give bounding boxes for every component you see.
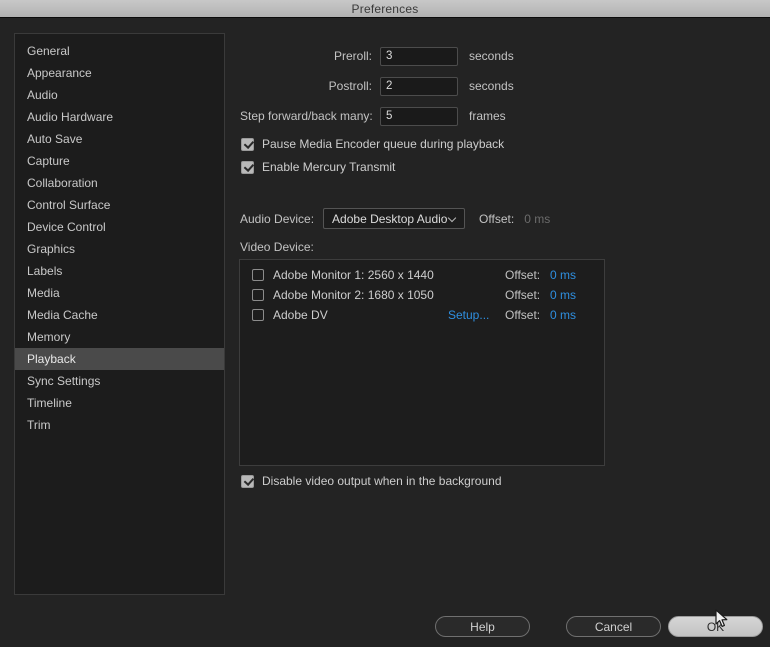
cancel-button[interactable]: Cancel xyxy=(566,616,661,637)
video-device-label: Video Device: xyxy=(240,240,314,254)
disable-video-output-label: Disable video output when in the backgro… xyxy=(262,474,502,488)
preroll-label: Preroll: xyxy=(333,49,372,63)
step-forward-back-row: Step forward/back many: frames xyxy=(240,106,506,126)
step-forward-back-unit: frames xyxy=(469,109,506,123)
video-device-3-offset-value[interactable]: 0 ms xyxy=(550,308,576,322)
postroll-input[interactable] xyxy=(380,76,458,96)
sidebar-item-control-surface[interactable]: Control Surface xyxy=(15,194,224,216)
audio-device-select[interactable]: Adobe Desktop Audio xyxy=(323,208,466,229)
audio-device-selected-value: Adobe Desktop Audio xyxy=(332,211,448,226)
sidebar-item-trim[interactable]: Trim xyxy=(15,414,224,436)
preferences-category-list[interactable]: General Appearance Audio Audio Hardware … xyxy=(14,33,225,595)
sidebar-item-media[interactable]: Media xyxy=(15,282,224,304)
sidebar-item-timeline[interactable]: Timeline xyxy=(15,392,224,414)
sidebar-item-audio-hardware[interactable]: Audio Hardware xyxy=(15,106,224,128)
video-device-1-name: Adobe Monitor 1: 2560 x 1440 xyxy=(273,268,434,282)
sidebar-item-graphics[interactable]: Graphics xyxy=(15,238,224,260)
pause-media-encoder-checkbox[interactable] xyxy=(241,137,254,151)
sidebar-item-audio[interactable]: Audio xyxy=(15,84,224,106)
enable-mercury-transmit-row[interactable]: Enable Mercury Transmit xyxy=(241,160,395,174)
table-row[interactable]: Adobe Monitor 2: 1680 x 1050 Offset: 0 m… xyxy=(240,285,604,305)
video-device-2-offset-label: Offset: xyxy=(505,288,541,302)
preroll-row: Preroll: seconds xyxy=(240,46,514,66)
sidebar-item-capture[interactable]: Capture xyxy=(15,150,224,172)
help-button[interactable]: Help xyxy=(435,616,530,637)
preroll-input[interactable] xyxy=(380,46,458,66)
video-device-3-offset-label: Offset: xyxy=(505,308,541,322)
video-device-3-name: Adobe DV xyxy=(273,308,328,322)
postroll-unit: seconds xyxy=(469,79,514,93)
audio-device-offset-value: 0 ms xyxy=(524,211,551,226)
enable-mercury-transmit-label: Enable Mercury Transmit xyxy=(262,160,396,174)
ok-button[interactable]: OK xyxy=(668,616,763,637)
audio-device-offset-label: Offset: xyxy=(479,211,515,226)
video-device-2-offset-value[interactable]: 0 ms xyxy=(550,288,576,302)
playback-settings-pane: Preroll: seconds Postroll: seconds Step … xyxy=(232,18,757,598)
table-row[interactable]: Adobe Monitor 1: 2560 x 1440 Offset: 0 m… xyxy=(240,265,604,285)
video-device-1-offset-value[interactable]: 0 ms xyxy=(550,268,576,282)
video-device-1-checkbox[interactable] xyxy=(252,269,264,281)
video-device-3-setup-link[interactable]: Setup... xyxy=(448,308,489,322)
sidebar-item-general[interactable]: General xyxy=(15,40,224,62)
sidebar-item-memory[interactable]: Memory xyxy=(15,326,224,348)
sidebar-item-sync-settings[interactable]: Sync Settings xyxy=(15,370,224,392)
disable-video-output-row[interactable]: Disable video output when in the backgro… xyxy=(241,474,502,488)
sidebar-item-appearance[interactable]: Appearance xyxy=(15,62,224,84)
sidebar-item-labels[interactable]: Labels xyxy=(15,260,224,282)
sidebar-item-media-cache[interactable]: Media Cache xyxy=(15,304,224,326)
sidebar-item-device-control[interactable]: Device Control xyxy=(15,216,224,238)
audio-device-row: Audio Device: Adobe Desktop Audio Offset… xyxy=(240,208,550,229)
video-device-2-checkbox[interactable] xyxy=(252,289,264,301)
window-title-bar: Preferences xyxy=(0,0,770,18)
pause-media-encoder-row[interactable]: Pause Media Encoder queue during playbac… xyxy=(241,137,504,151)
preroll-unit: seconds xyxy=(469,49,514,63)
chevron-down-icon xyxy=(449,215,456,222)
dialog-footer: Help Cancel OK xyxy=(0,596,770,647)
window-title: Preferences xyxy=(351,1,419,16)
video-device-list[interactable]: Adobe Monitor 1: 2560 x 1440 Offset: 0 m… xyxy=(239,259,605,466)
sidebar-item-auto-save[interactable]: Auto Save xyxy=(15,128,224,150)
preferences-dialog-body: General Appearance Audio Audio Hardware … xyxy=(0,18,770,637)
video-device-3-checkbox[interactable] xyxy=(252,309,264,321)
video-device-2-name: Adobe Monitor 2: 1680 x 1050 xyxy=(273,288,434,302)
postroll-label: Postroll: xyxy=(328,79,372,93)
disable-video-output-checkbox[interactable] xyxy=(241,474,254,488)
table-row[interactable]: Adobe DV Setup... Offset: 0 ms xyxy=(240,305,604,325)
audio-device-label: Audio Device: xyxy=(240,211,315,226)
step-forward-back-input[interactable] xyxy=(380,106,458,126)
step-forward-back-label: Step forward/back many: xyxy=(240,109,373,123)
sidebar-item-playback[interactable]: Playback xyxy=(15,348,224,370)
enable-mercury-transmit-checkbox[interactable] xyxy=(241,160,254,174)
sidebar-item-collaboration[interactable]: Collaboration xyxy=(15,172,224,194)
video-device-1-offset-label: Offset: xyxy=(505,268,541,282)
pause-media-encoder-label: Pause Media Encoder queue during playbac… xyxy=(262,137,505,151)
postroll-row: Postroll: seconds xyxy=(240,76,514,96)
